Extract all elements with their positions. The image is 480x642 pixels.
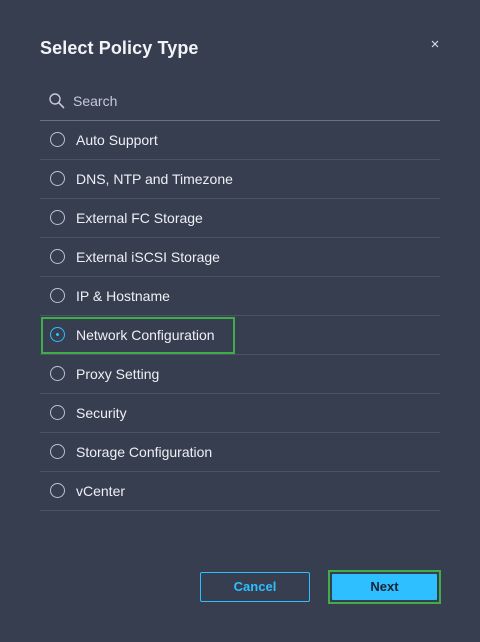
close-icon[interactable] — [428, 37, 442, 51]
policy-option-ip-hostname[interactable]: IP & Hostname — [40, 277, 440, 316]
radio-button-selected[interactable] — [50, 327, 65, 342]
policy-option-storage-configuration[interactable]: Storage Configuration — [40, 433, 440, 472]
radio-button[interactable] — [50, 249, 65, 264]
radio-button[interactable] — [50, 405, 65, 420]
search-input[interactable] — [73, 90, 423, 112]
policy-option-external-iscsi-storage[interactable]: External iSCSI Storage — [40, 238, 440, 277]
radio-button[interactable] — [50, 483, 65, 498]
next-button-highlight: Next — [328, 570, 441, 604]
policy-option-auto-support[interactable]: Auto Support — [40, 121, 440, 160]
option-label: Auto Support — [76, 132, 158, 148]
radio-button[interactable] — [50, 444, 65, 459]
radio-button[interactable] — [50, 132, 65, 147]
option-label: Storage Configuration — [76, 444, 213, 460]
policy-option-vcenter[interactable]: vCenter — [40, 472, 440, 511]
select-policy-type-dialog: Select Policy Type Auto Support DNS, NTP… — [0, 0, 480, 642]
option-label: Proxy Setting — [76, 366, 160, 382]
option-label: IP & Hostname — [76, 288, 170, 304]
radio-button[interactable] — [50, 210, 65, 225]
option-label: External iSCSI Storage — [76, 249, 220, 265]
policy-option-network-configuration[interactable]: Network Configuration — [40, 316, 440, 355]
option-label: DNS, NTP and Timezone — [76, 171, 233, 187]
policy-type-list: Auto Support DNS, NTP and Timezone Exter… — [40, 121, 440, 511]
option-label: Security — [76, 405, 127, 421]
next-button[interactable]: Next — [332, 574, 437, 600]
radio-button[interactable] — [50, 171, 65, 186]
radio-button[interactable] — [50, 366, 65, 381]
search-icon — [48, 92, 66, 110]
policy-option-external-fc-storage[interactable]: External FC Storage — [40, 199, 440, 238]
option-label: vCenter — [76, 483, 126, 499]
search-bar — [40, 82, 440, 121]
option-label: Network Configuration — [76, 327, 215, 343]
policy-option-dns-ntp-timezone[interactable]: DNS, NTP and Timezone — [40, 160, 440, 199]
option-label: External FC Storage — [76, 210, 203, 226]
policy-option-security[interactable]: Security — [40, 394, 440, 433]
dialog-title: Select Policy Type — [40, 38, 199, 58]
radio-button[interactable] — [50, 288, 65, 303]
policy-option-proxy-setting[interactable]: Proxy Setting — [40, 355, 440, 394]
cancel-button[interactable]: Cancel — [200, 572, 310, 602]
